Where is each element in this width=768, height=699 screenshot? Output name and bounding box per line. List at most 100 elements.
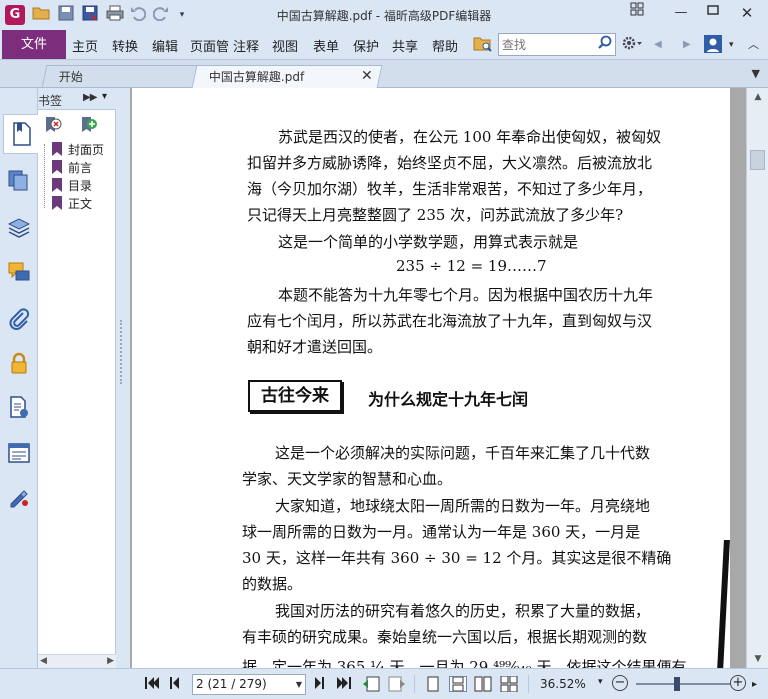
- user-dropdown-icon[interactable]: ▾: [729, 35, 734, 55]
- bookmark-panel-title: 书签: [38, 94, 63, 108]
- bookmark-item[interactable]: 目录: [52, 176, 92, 194]
- scroll-left-icon[interactable]: ◀: [40, 656, 47, 666]
- bookmark-panel-icon[interactable]: [3, 114, 39, 154]
- scroll-right-icon[interactable]: ▶: [107, 656, 114, 666]
- bookmark-panel-header: 书签 ▶▶ ▾: [38, 88, 116, 110]
- app-logo-icon[interactable]: G: [5, 5, 25, 25]
- zoom-slider-handle[interactable]: [674, 677, 680, 691]
- close-window-icon[interactable]: ✕: [732, 2, 762, 24]
- zoom-dropdown-icon[interactable]: ▾: [598, 677, 603, 687]
- facing-view-icon[interactable]: [474, 676, 492, 692]
- tab-list-dropdown-icon[interactable]: ▼: [752, 67, 760, 80]
- scroll-down-icon[interactable]: ▼: [751, 654, 765, 664]
- tab-document[interactable]: 中国古算解趣.pdf: [191, 65, 383, 88]
- search-input[interactable]: [502, 34, 594, 55]
- menu-help[interactable]: 帮助: [432, 36, 458, 55]
- status-bar: 2 (21 / 279) ▼ 36.52% ▾ − + ▸: [0, 668, 768, 699]
- tab-start[interactable]: 开始: [41, 65, 199, 88]
- menu-protect[interactable]: 保护: [353, 36, 379, 55]
- security-lock-icon[interactable]: [6, 350, 32, 376]
- continuous-facing-view-icon[interactable]: [500, 675, 518, 693]
- file-menu-button[interactable]: 文件: [2, 30, 66, 59]
- bookmark-flag-icon: [52, 178, 62, 192]
- folder-search-icon[interactable]: [473, 35, 493, 53]
- pages-thumbnail-icon[interactable]: [6, 168, 32, 194]
- last-page-icon[interactable]: [336, 676, 352, 695]
- bookmark-horizontal-scrollbar[interactable]: ◀ ▶: [38, 654, 116, 668]
- print-icon[interactable]: [105, 5, 125, 25]
- previous-view-icon[interactable]: [362, 676, 380, 697]
- minimize-icon[interactable]: —: [666, 2, 696, 24]
- save-as-icon[interactable]: [80, 5, 100, 25]
- bookmark-panel: 书签 ▶▶ ▾ 封面页 前言 目录 正文 ◀ ▶: [38, 88, 116, 668]
- section-title: 为什么规定十九年七闰: [368, 390, 529, 409]
- document-view[interactable]: 苏武是西汉的使者，在公元 100 年奉命出使匈奴，被匈奴 扣留并多方威胁诱降，始…: [130, 88, 746, 668]
- text-line: 这是一个简单的小学数学题，用算式表示就是: [278, 233, 579, 251]
- zoom-level[interactable]: 36.52%: [540, 677, 586, 691]
- save-icon[interactable]: [56, 5, 76, 25]
- search-icon[interactable]: [598, 34, 612, 55]
- menu-share[interactable]: 共享: [392, 36, 418, 55]
- single-page-view-icon[interactable]: [426, 676, 444, 692]
- first-page-icon[interactable]: [144, 676, 160, 695]
- text-line: 有丰硕的研究成果。秦始皇统一六国以后，根据长期观测的数: [242, 628, 648, 646]
- zoom-in-icon[interactable]: +: [730, 675, 746, 691]
- add-bookmark-icon[interactable]: [80, 116, 102, 136]
- attachments-paperclip-icon[interactable]: [6, 306, 32, 332]
- menu-home[interactable]: 主页: [72, 36, 98, 55]
- collapse-ribbon-icon[interactable]: ︿: [748, 35, 759, 55]
- comments-icon[interactable]: [6, 260, 32, 286]
- document-properties-icon[interactable]: [6, 394, 32, 420]
- scroll-up-icon[interactable]: ▲: [751, 92, 765, 102]
- panel-splitter[interactable]: [116, 88, 130, 668]
- ribbon-scroll-right-icon[interactable]: ▶: [683, 35, 691, 55]
- menu-comment[interactable]: 注释: [233, 36, 259, 55]
- close-tab-icon[interactable]: ✕: [361, 68, 373, 84]
- text-line: 本题不能答为十九年零七个月。因为根据中国农历十九年: [278, 286, 654, 304]
- search-box: [498, 33, 616, 56]
- open-folder-icon[interactable]: [31, 5, 51, 25]
- title-bar: G ▾ 中国古算解趣.pdf - 福昕高级PDF编辑器 — ✕: [0, 0, 768, 30]
- undo-icon[interactable]: [128, 5, 148, 25]
- menu-view[interactable]: 视图: [272, 36, 298, 55]
- page-number-field[interactable]: 2 (21 / 279) ▼: [192, 674, 306, 695]
- menu-convert[interactable]: 转换: [112, 36, 138, 55]
- user-avatar-icon[interactable]: [704, 35, 722, 55]
- text-line: 只记得天上月亮整整圆了 235 次，问苏武流放了多少年?: [247, 206, 624, 224]
- ribbon-toggle-icon[interactable]: [622, 2, 652, 24]
- next-page-icon[interactable]: [314, 676, 326, 695]
- redo-icon[interactable]: [151, 5, 171, 25]
- signature-pen-icon[interactable]: [6, 484, 32, 510]
- scrollbar-thumb[interactable]: [750, 150, 765, 170]
- page-dropdown-icon[interactable]: ▼: [296, 675, 302, 694]
- continuous-view-icon[interactable]: [449, 676, 467, 692]
- form-fields-icon[interactable]: [6, 440, 32, 466]
- ribbon-scroll-left-icon[interactable]: ◀: [654, 35, 662, 55]
- next-view-icon[interactable]: [388, 676, 406, 697]
- maximize-icon[interactable]: [698, 2, 728, 24]
- menu-page-management[interactable]: 页面管理: [190, 36, 229, 55]
- vertical-scrollbar[interactable]: ▲ ▼: [746, 88, 768, 668]
- settings-gear-icon[interactable]: [621, 35, 643, 55]
- zoom-out-icon[interactable]: −: [612, 675, 628, 691]
- bookmark-item[interactable]: 前言: [52, 158, 92, 176]
- text-line: 的数据。: [242, 575, 303, 593]
- previous-page-icon[interactable]: [168, 676, 180, 695]
- menu-edit[interactable]: 编辑: [152, 36, 178, 55]
- text-line: 扣留并多方威胁诱降，始终坚贞不屈，大义凛然。后被流放北: [247, 154, 653, 172]
- text-line: 大家知道，地球绕太阳一周所需的日数为一年。月亮绕地: [275, 497, 651, 515]
- panel-options-icon[interactable]: ▾: [102, 91, 107, 102]
- text-line: 学家、天文学家的智慧和心血。: [242, 470, 453, 488]
- zoom-slider[interactable]: [636, 683, 730, 685]
- navigation-panel-icons: [0, 88, 39, 668]
- layers-icon[interactable]: [6, 214, 32, 240]
- menu-form[interactable]: 表单: [313, 36, 339, 55]
- bookmark-item[interactable]: 正文: [52, 194, 92, 212]
- text-line: 30 天，这样一年共有 360 ÷ 30 = 12 个月。其实这是很不精确: [242, 549, 672, 567]
- bookmark-item[interactable]: 封面页: [52, 140, 104, 158]
- panel-collapse-icon[interactable]: ▶▶: [83, 92, 97, 103]
- customize-dropdown-icon[interactable]: ▾: [172, 5, 192, 25]
- delete-bookmark-icon[interactable]: [44, 116, 66, 136]
- splitter-grip[interactable]: [120, 320, 124, 384]
- status-options-icon[interactable]: ▸: [752, 679, 757, 690]
